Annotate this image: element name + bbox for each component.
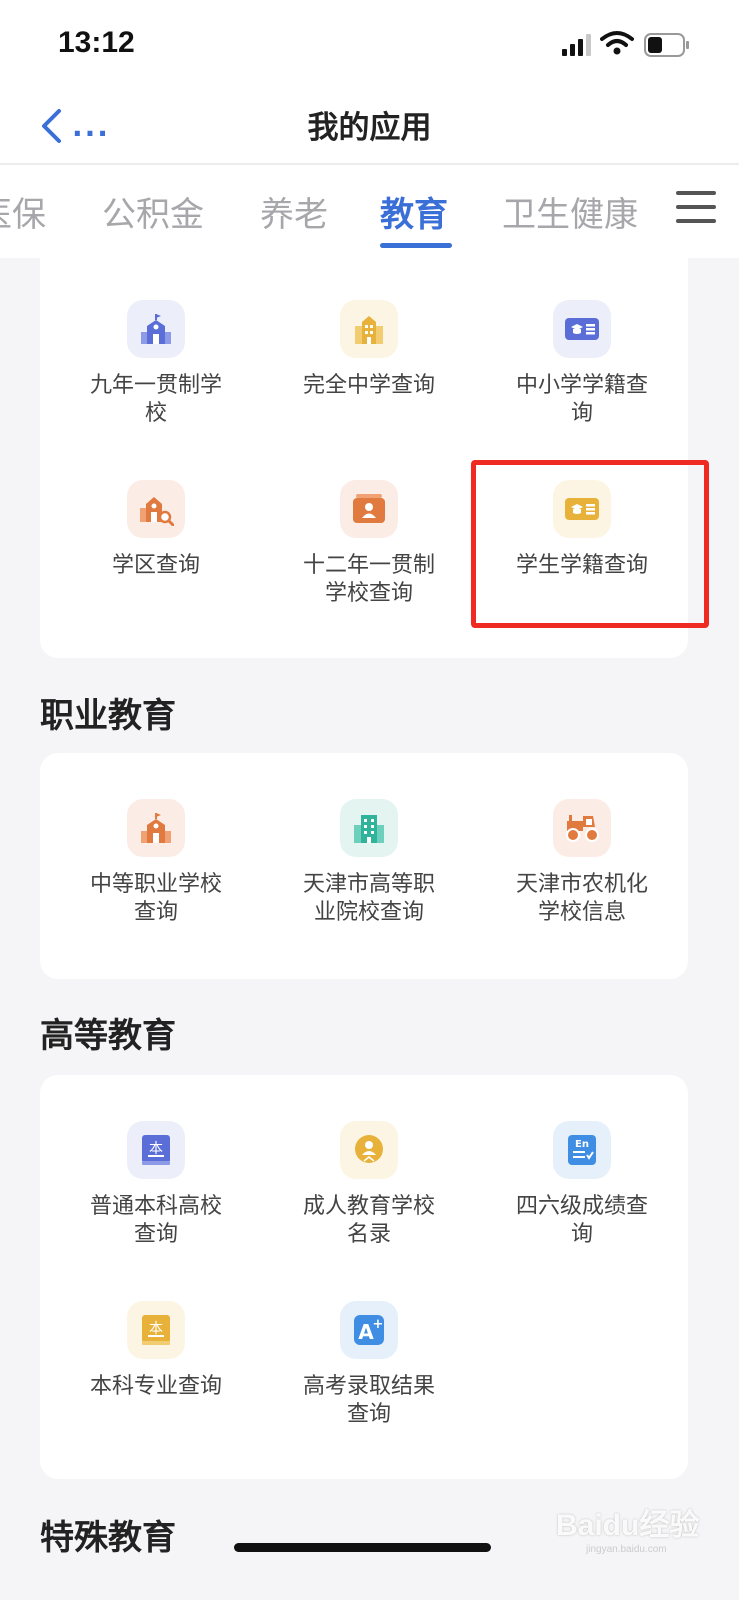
menu-icon-bar xyxy=(676,219,716,223)
section-title-special: 特殊教育 xyxy=(40,1518,176,1558)
tab-health[interactable]: 卫生健康 xyxy=(502,187,638,236)
school-search-icon xyxy=(127,480,185,538)
wifi-icon xyxy=(600,31,634,55)
app-item[interactable]: 十二年一贯制学校查询 xyxy=(279,480,459,608)
english-doc-icon: En xyxy=(553,1121,611,1179)
book-icon: 本 xyxy=(127,1121,185,1179)
watermark: Baidu经验 jingyan.baidu.com xyxy=(556,1500,699,1555)
tab-housing-fund[interactable]: 公积金 xyxy=(102,187,204,236)
book-icon: 本 xyxy=(127,1301,185,1359)
app-item-label: 天津市农机化学校信息 xyxy=(515,872,648,925)
tab-education[interactable]: 教育 xyxy=(380,187,448,236)
app-item-label: 四六级成绩查询 xyxy=(515,1194,648,1247)
app-item[interactable]: 中等职业学校查询 xyxy=(66,799,246,927)
school-icon xyxy=(127,300,185,358)
menu-icon-bar xyxy=(676,205,716,209)
svg-text:本: 本 xyxy=(149,1321,163,1337)
app-item-label: 本科专业查询 xyxy=(89,1374,222,1399)
app-item[interactable]: 九年一贯制学校 xyxy=(66,300,246,428)
app-item-label: 成人教育学校名录 xyxy=(302,1194,435,1247)
category-tabs: 医保 公积金 养老 教育 卫生健康 xyxy=(0,165,739,258)
svg-text:En: En xyxy=(575,1139,589,1150)
app-item-label: 九年一贯制学校 xyxy=(89,373,222,426)
tab-pension[interactable]: 养老 xyxy=(260,187,328,236)
a-plus-icon: A + xyxy=(340,1301,398,1359)
app-item-label: 完全中学查询 xyxy=(302,373,435,398)
app-item[interactable]: 成人教育学校名录 xyxy=(279,1121,459,1249)
app-item-label: 中小学学籍查询 xyxy=(515,373,648,426)
person-badge-icon xyxy=(340,1121,398,1179)
building-icon xyxy=(340,300,398,358)
svg-text:本: 本 xyxy=(149,1141,163,1157)
home-indicator[interactable] xyxy=(234,1543,491,1552)
app-item-label: 学区查询 xyxy=(111,553,200,578)
watermark-brand: Baidu经验 xyxy=(556,1509,700,1542)
battery-icon xyxy=(644,33,689,57)
app-item[interactable]: 本 普通本科高校查询 xyxy=(66,1121,246,1249)
app-item-label: 天津市高等职业院校查询 xyxy=(302,872,435,925)
section-title-vocational: 职业教育 xyxy=(40,696,176,736)
app-item[interactable]: 完全中学查询 xyxy=(279,300,459,400)
app-item[interactable]: A + 高考录取结果查询 xyxy=(279,1301,459,1429)
watermark-url: jingyan.baidu.com xyxy=(586,1544,667,1555)
app-item[interactable]: En 四六级成绩查询 xyxy=(492,1121,672,1249)
section-title-higher: 高等教育 xyxy=(40,1016,176,1056)
app-item[interactable]: 中小学学籍查询 xyxy=(492,300,672,428)
building-icon xyxy=(340,799,398,857)
vocational-education-card: 中等职业学校查询 天津市高等职业院校查询 天津市农机化学校信息 xyxy=(40,753,688,979)
svg-text:+: + xyxy=(373,1317,384,1332)
status-bar: 13:12 xyxy=(0,0,739,92)
app-item-label: 中等职业学校查询 xyxy=(89,872,222,925)
student-card-icon xyxy=(553,300,611,358)
app-item[interactable]: 天津市农机化学校信息 xyxy=(492,799,672,927)
highlight-annotation xyxy=(471,460,709,628)
app-item[interactable]: 本 本科专业查询 xyxy=(66,1301,246,1401)
active-tab-indicator xyxy=(380,243,452,248)
nav-bar: ... 我的应用 xyxy=(0,92,739,164)
menu-icon xyxy=(676,191,716,195)
profile-card-icon xyxy=(340,480,398,538)
page-title: 我的应用 xyxy=(307,110,432,146)
menu-button[interactable] xyxy=(676,191,716,227)
tab-medical-insurance[interactable]: 医保 xyxy=(0,187,46,236)
school-icon xyxy=(127,799,185,857)
app-item-label: 普通本科高校查询 xyxy=(89,1194,222,1247)
app-item[interactable]: 天津市高等职业院校查询 xyxy=(279,799,459,927)
higher-education-card: 本 普通本科高校查询 成人教育学校名录 En 四六级成绩查询 本 本科专业查询 … xyxy=(40,1075,688,1479)
cellular-signal-icon xyxy=(562,34,591,56)
tractor-icon xyxy=(553,799,611,857)
status-time: 13:12 xyxy=(58,26,135,59)
app-item-label: 高考录取结果查询 xyxy=(302,1374,435,1427)
app-item-label: 十二年一贯制学校查询 xyxy=(302,553,435,606)
app-item[interactable]: 学区查询 xyxy=(66,480,246,580)
